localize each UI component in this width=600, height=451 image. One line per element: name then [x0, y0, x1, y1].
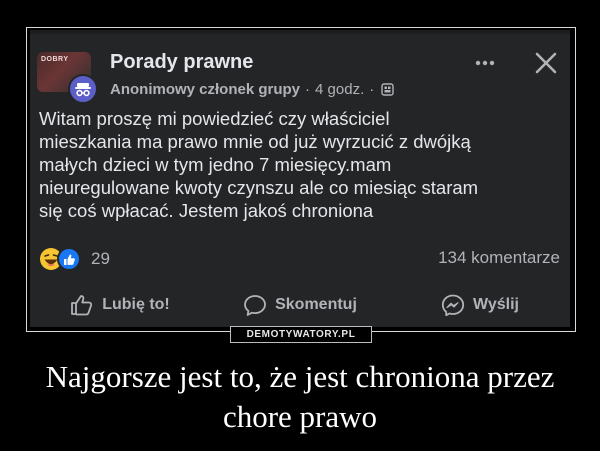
like-button[interactable]: Lubię to! [30, 292, 210, 318]
like-label: Lubię to! [102, 296, 170, 313]
caption: Najgorsze jest to, że jest chroniona prz… [0, 357, 600, 437]
send-button[interactable]: Wyślij [390, 292, 570, 318]
anonymous-member-icon [68, 74, 98, 104]
post-text-line: nieuregulowane kwoty czynszu ale co mies… [39, 177, 479, 198]
post-text: Witam proszę mi powiedzieć czy właścicie… [39, 107, 564, 222]
post-text-line: Witam proszę mi powiedzieć czy właścicie… [39, 108, 390, 129]
watermark-logo: DEMOTYWATORY.PL [230, 326, 372, 343]
more-dots-icon[interactable] [470, 49, 500, 77]
post-text-line: małych dzieci w tym jedno 7 miesięcy.mam [39, 154, 392, 175]
avatar-label: DOBRY [41, 56, 69, 63]
top-divider [30, 30, 570, 34]
send-label: Wyślij [473, 296, 519, 313]
post-author[interactable]: Anonimowy członek grupy [110, 81, 300, 98]
close-icon[interactable] [532, 49, 560, 77]
reaction-icons [40, 247, 81, 271]
like-reaction-icon [57, 247, 81, 271]
meta-separator-2: · [369, 81, 375, 98]
facebook-post-card: DOBRY Porady prawne Anonimowy członek gr… [30, 30, 570, 327]
group-privacy-icon [381, 83, 394, 96]
post-text-line: się coś wpłacać. Jestem jakoś chroniona [39, 200, 374, 221]
post-meta: Anonimowy członek grupy · 4 godz. · [110, 81, 394, 98]
comment-label: Skomentuj [275, 296, 357, 313]
meta-separator: · [305, 81, 311, 98]
post-time[interactable]: 4 godz. [315, 81, 364, 98]
thumbs-up-icon [71, 295, 93, 316]
caption-line: Najgorsze jest to, że jest chroniona prz… [45, 359, 555, 394]
reaction-count: 29 [91, 249, 110, 268]
caption-line: chore prawo [222, 399, 378, 434]
post-actions-bar: Lubię to! Skomentuj Wyślij [30, 292, 570, 318]
comment-count[interactable]: 134 komentarze [438, 248, 560, 268]
reactions-summary[interactable]: 29 [39, 247, 110, 271]
comment-bubble-icon [244, 295, 266, 316]
comment-button[interactable]: Skomentuj [210, 292, 390, 318]
messenger-icon [441, 294, 465, 316]
post-text-line: mieszkania ma prawo mnie od już wyrzucić… [39, 131, 471, 152]
group-name[interactable]: Porady prawne [110, 51, 253, 74]
